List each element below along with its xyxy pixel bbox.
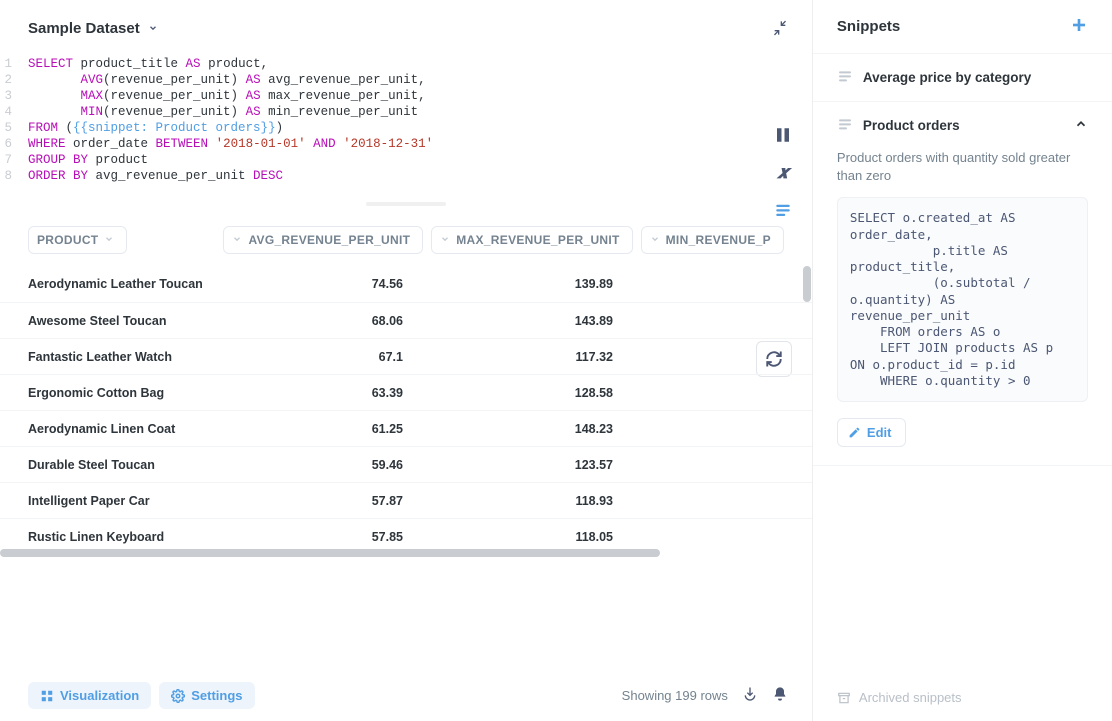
drag-handle[interactable]: [0, 194, 812, 214]
archived-snippets-link[interactable]: Archived snippets: [813, 674, 1112, 721]
scrollbar-vertical[interactable]: [802, 266, 812, 546]
line-gutter: 12345678: [0, 56, 22, 184]
bell-icon[interactable]: [772, 686, 788, 705]
column-header[interactable]: MIN_REVENUE_P: [641, 226, 784, 254]
settings-button[interactable]: Settings: [159, 682, 254, 709]
snippet-detail: Product orders with quantity sold greate…: [813, 149, 1112, 466]
table-row[interactable]: Awesome Steel Toucan68.06143.89: [0, 302, 812, 338]
table-row[interactable]: Rustic Linen Keyboard57.85118.05: [0, 518, 812, 546]
snippet-name: Product orders: [863, 118, 960, 133]
sql-editor[interactable]: 12345678 SELECT product_title AS product…: [0, 56, 812, 194]
snippet-item-average-price[interactable]: Average price by category: [813, 53, 1112, 101]
dataset-selector[interactable]: Sample Dataset: [28, 20, 158, 37]
snippet-icon: [837, 68, 853, 87]
download-icon[interactable]: [742, 686, 758, 705]
snippets-header: Snippets: [813, 0, 1112, 53]
editor-toolbar: 𝒙: [774, 126, 792, 219]
column-header[interactable]: MAX_REVENUE_PER_UNIT: [431, 226, 632, 254]
table-row[interactable]: Aerodynamic Leather Toucan74.56139.89: [0, 266, 812, 302]
edit-label: Edit: [867, 425, 892, 440]
column-header[interactable]: AVG_REVENUE_PER_UNIT: [223, 226, 423, 254]
table-row[interactable]: Ergonomic Cotton Bag63.39128.58: [0, 374, 812, 410]
snippet-icon: [837, 116, 853, 135]
snippet-code: SELECT o.created_at AS order_date, p.tit…: [837, 197, 1088, 402]
row-count: Showing 199 rows: [622, 688, 728, 703]
archived-label: Archived snippets: [859, 690, 962, 705]
table-body[interactable]: Aerodynamic Leather Toucan74.56139.89Awe…: [0, 266, 812, 546]
visualization-button[interactable]: Visualization: [28, 682, 151, 709]
data-reference-icon[interactable]: [774, 126, 792, 144]
editor-wrap: 12345678 SELECT product_title AS product…: [0, 56, 812, 194]
dataset-title: Sample Dataset: [28, 20, 140, 37]
add-snippet-button[interactable]: [1070, 16, 1088, 37]
chevron-up-icon: [1074, 117, 1088, 134]
code-area[interactable]: SELECT product_title AS product, AVG(rev…: [22, 56, 812, 184]
snippet-name: Average price by category: [863, 70, 1031, 85]
table-row[interactable]: Durable Steel Toucan59.46123.57: [0, 446, 812, 482]
scrollbar-horizontal[interactable]: [0, 548, 812, 558]
results-table: PRODUCT AVG_REVENUE_PER_UNIT MAX_REVENUE_P…: [0, 214, 812, 670]
edit-snippet-button[interactable]: Edit: [837, 418, 907, 447]
column-header[interactable]: PRODUCT: [28, 226, 127, 254]
table-row[interactable]: Fantastic Leather Watch67.1117.32: [0, 338, 812, 374]
variable-icon[interactable]: 𝒙: [777, 162, 789, 183]
settings-label: Settings: [191, 688, 242, 703]
table-row[interactable]: Intelligent Paper Car57.87118.93: [0, 482, 812, 518]
header: Sample Dataset: [0, 0, 812, 56]
contract-icon[interactable]: [772, 20, 788, 36]
snippets-panel: Snippets Average price by category Produ…: [813, 0, 1112, 721]
footer: Visualization Settings Showing 199 rows: [0, 670, 812, 721]
main-panel: Sample Dataset 12345678 SELECT product_t…: [0, 0, 813, 721]
snippet-description: Product orders with quantity sold greate…: [837, 149, 1088, 185]
table-header: PRODUCT AVG_REVENUE_PER_UNIT MAX_REVENUE_P…: [0, 214, 812, 266]
table-row[interactable]: Aerodynamic Linen Coat61.25148.23: [0, 410, 812, 446]
snippet-item-product-orders[interactable]: Product orders: [813, 101, 1112, 149]
visualization-label: Visualization: [60, 688, 139, 703]
snippets-title: Snippets: [837, 18, 900, 35]
chevron-down-icon: [148, 20, 158, 36]
